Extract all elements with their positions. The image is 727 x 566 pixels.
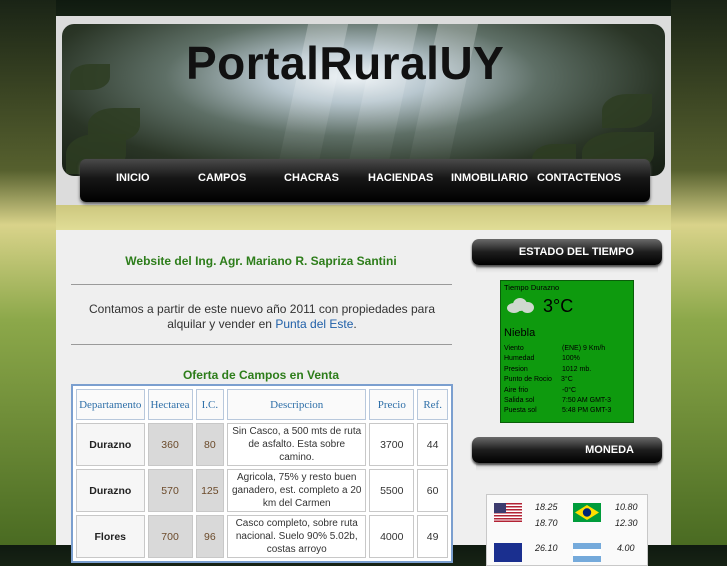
site-header: PortalRuralUY INICIO CAMPOS CHACRAS HACI… — [56, 16, 671, 205]
content-area: Website del Ing. Agr. Mariano R. Sapriza… — [56, 230, 671, 566]
weather-row: Presion 1012 mb. — [504, 365, 632, 375]
header-ic: I.C. — [195, 389, 225, 420]
background-left — [0, 0, 56, 545]
currency-header: MONEDA — [472, 437, 662, 471]
cell-descripcion: Casco completo, sobre ruta nacional. Sue… — [227, 515, 367, 558]
weather-row: Humedad 100% — [504, 354, 632, 364]
site-title: PortalRuralUY — [186, 37, 505, 89]
cell-ref: 44 — [417, 423, 448, 466]
divider — [71, 344, 452, 345]
cell-ic: 96 — [195, 515, 225, 558]
cell-ref: 49 — [417, 515, 448, 558]
weather-label: Presion — [504, 365, 528, 373]
weather-value: 7:50 AM GMT-3 — [562, 396, 612, 404]
weather-label: Puesta sol — [504, 407, 537, 415]
weather-row: Punto de Rocio 3°C — [504, 375, 632, 385]
main-navigation: INICIO CAMPOS CHACRAS HACIENDAS INMOBILI… — [80, 159, 650, 202]
cell-ic: 80 — [195, 423, 225, 466]
weather-label: Viento — [504, 345, 524, 352]
cell-departamento: Durazno — [76, 469, 145, 512]
table-row: Durazno 360 80 Sin Casco, a 500 mts de r… — [76, 423, 448, 466]
intro-text-end: . — [353, 317, 357, 331]
weather-label: Punto de Rocio — [504, 376, 552, 384]
nav-item-campos[interactable]: CAMPOS — [198, 172, 246, 184]
weather-label: Humedad — [504, 355, 535, 363]
weather-row: Viento (ENE) 9 Km/h — [504, 344, 632, 354]
cell-ref: 60 — [417, 469, 448, 512]
nav-item-inmobiliario[interactable]: INMOBILIARIO — [451, 172, 528, 184]
intro-text: Contamos a partir de este nuevo año 2011… — [70, 302, 454, 332]
background-right — [671, 0, 727, 545]
campos-table: Departamento Hectarea I.C. Descripcion P… — [71, 384, 453, 563]
cell-descripcion: Sin Casco, a 500 mts de ruta de asfalto.… — [227, 423, 367, 466]
weather-row: Salida sol 7:50 AM GMT-3 — [504, 396, 632, 406]
weather-location: Tiempo Durazno — [504, 283, 560, 292]
weather-value: (ENE) 9 Km/h — [562, 345, 606, 352]
main-column: Website del Ing. Agr. Mariano R. Sapriza… — [56, 230, 466, 563]
cell-hectarea: 360 — [147, 423, 193, 466]
cell-precio: 5500 — [369, 469, 415, 512]
weather-details: Viento (ENE) 9 Km/h Humedad 100% Presion 10… — [504, 344, 632, 417]
currency-widget: 18.25 18.70 10.80 12.30 26.10 4.00 — [486, 494, 648, 566]
weather-header: ESTADO DEL TIEMPO — [472, 239, 662, 273]
header-hectarea: Hectarea — [147, 389, 193, 420]
nav-item-contactenos[interactable]: CONTACTENOS — [537, 172, 621, 184]
weather-value: -0°C — [562, 386, 577, 394]
nav-item-chacras[interactable]: CHACRAS — [284, 172, 339, 184]
nav-item-haciendas[interactable]: HACIENDAS — [368, 172, 433, 184]
punta-del-este-link[interactable]: Punta del Este — [275, 317, 353, 331]
cell-hectarea: 570 — [147, 469, 193, 512]
offer-title: Oferta de Campos en Venta — [182, 368, 340, 382]
header-banner-image: PortalRuralUY — [62, 24, 665, 176]
usa-flag-icon — [494, 503, 522, 522]
sidebar: ESTADO DEL TIEMPO Tiempo Durazno 3°C Nie… — [470, 238, 664, 566]
weather-condition: Niebla — [504, 327, 536, 339]
table-row: Flores 700 96 Casco completo, sobre ruta… — [76, 515, 448, 558]
weather-value: 5:48 PM GMT-3 — [562, 407, 612, 415]
table-row: Durazno 570 125 Agricola, 75% y resto bu… — [76, 469, 448, 512]
weather-value: 1012 mb. — [562, 365, 592, 373]
usd-buy-rate: 18.25 — [535, 502, 558, 512]
weather-label: Aire frio — [504, 386, 529, 394]
header-ref: Ref. — [417, 389, 448, 420]
weather-value: 3°C — [561, 376, 573, 384]
intro-title: Website del Ing. Agr. Mariano R. Sapriza… — [125, 254, 397, 268]
cell-precio: 3700 — [369, 423, 415, 466]
cell-hectarea: 700 — [147, 515, 193, 558]
divider — [71, 284, 452, 285]
euro-flag-icon — [494, 543, 522, 562]
intro-text-body: Contamos a partir de este nuevo año 2011… — [88, 302, 435, 331]
cell-departamento: Flores — [76, 515, 145, 558]
weather-row: Aire frio -0°C — [504, 386, 632, 396]
brazil-flag-icon — [573, 503, 601, 522]
header-departamento: Departamento — [76, 389, 145, 420]
cloud-icon — [505, 297, 535, 315]
cell-precio: 4000 — [369, 515, 415, 558]
header-precio: Precio — [369, 389, 415, 420]
usd-sell-rate: 18.70 — [535, 518, 558, 528]
brl-sell-rate: 12.30 — [615, 518, 638, 528]
brl-buy-rate: 10.80 — [615, 502, 638, 512]
cell-descripcion: Agricola, 75% y resto buen ganadero, est… — [227, 469, 367, 512]
weather-widget[interactable]: Tiempo Durazno 3°C Niebla Viento (ENE) 9 … — [500, 280, 634, 423]
cell-departamento: Durazno — [76, 423, 145, 466]
cell-ic: 125 — [195, 469, 225, 512]
table-header-row: Departamento Hectarea I.C. Descripcion P… — [76, 389, 448, 420]
weather-label: Salida sol — [504, 396, 535, 404]
weather-temperature: 3°C — [543, 296, 574, 316]
header-descripcion: Descripcion — [227, 389, 367, 420]
nav-item-inicio[interactable]: INICIO — [116, 172, 150, 184]
weather-row: Puesta sol 5:48 PM GMT-3 — [504, 406, 632, 416]
argentina-flag-icon — [573, 543, 601, 562]
weather-value: 100% — [562, 355, 580, 363]
